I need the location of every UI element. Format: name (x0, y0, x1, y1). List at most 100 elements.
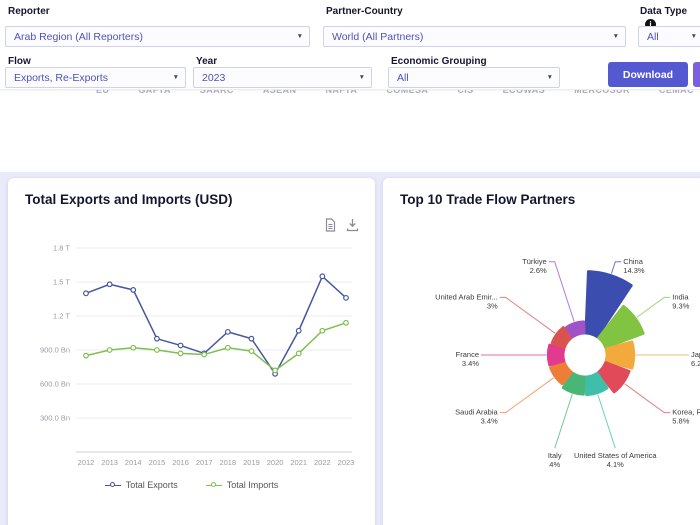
economic-grouping-label: Economic Grouping (391, 56, 487, 67)
exports-imports-title: Total Exports and Imports (USD) (8, 178, 375, 207)
data-type-select[interactable]: All ▼ (638, 26, 700, 47)
secondary-action-button[interactable] (693, 62, 700, 87)
chevron-down-icon: ▼ (691, 33, 697, 40)
chevron-down-icon: ▼ (613, 33, 619, 40)
y-axis-tick-label: 1.2 T (53, 312, 70, 321)
top-partners-rose-chart[interactable]: China14.3% India9.3% Japan6.2% Korea, R...5… (383, 222, 700, 522)
dashboard-page: Reporter Arab Region (All Reporters) ▼ P… (0, 0, 700, 525)
partner-value: World (All Partners) (332, 31, 423, 43)
y-axis-tick-label: 900.0 Bn (40, 346, 70, 355)
data-point[interactable] (84, 353, 89, 358)
data-point[interactable] (249, 336, 254, 341)
rose-petal[interactable] (548, 345, 563, 365)
economic-grouping-tab[interactable]: ASEAN (263, 90, 297, 98)
economic-grouping-tab[interactable]: GAFTA (138, 90, 170, 98)
y-axis-tick-label: 1.5 T (53, 278, 70, 287)
chevron-down-icon: ▼ (547, 74, 553, 81)
year-label: Year (196, 56, 217, 67)
partner-label: Partner-Country (326, 6, 403, 17)
data-point[interactable] (344, 321, 349, 326)
legend-label: Total Exports (126, 480, 178, 490)
partner-label: India9.3% (672, 292, 689, 310)
year-value: 2023 (202, 72, 225, 84)
economic-grouping-tab[interactable]: NAFTA (325, 90, 357, 98)
partner-label: France3.4% (456, 350, 480, 368)
economic-grouping-tab[interactable]: MERCOSUR (574, 90, 630, 98)
exports-imports-line-chart[interactable]: 300.0 Bn600.0 Bn900.0 Bn1.2 T1.5 T1.8 T2… (12, 236, 370, 472)
legend-marker (105, 485, 121, 486)
reporter-label: Reporter (8, 6, 50, 17)
data-point[interactable] (320, 274, 325, 279)
groupings-band: EU GAFTA SAARC ASEAN NAFTA COMESA CIS ECOWAS MER… (0, 90, 700, 172)
data-point[interactable] (226, 345, 231, 350)
data-point[interactable] (249, 349, 254, 354)
economic-grouping-tab[interactable]: EU (96, 90, 109, 98)
year-select[interactable]: 2023 ▼ (193, 67, 372, 88)
data-point[interactable] (178, 351, 183, 356)
reporter-value: Arab Region (All Reporters) (14, 31, 143, 43)
legend-item[interactable]: Total Imports (206, 480, 279, 490)
data-point[interactable] (107, 348, 112, 353)
x-axis-tick-label: 2018 (219, 458, 236, 467)
legend-item[interactable]: Total Exports (105, 480, 178, 490)
partner-label: Italy4% (548, 451, 562, 469)
data-point[interactable] (84, 291, 89, 296)
chevron-down-icon: ▼ (359, 74, 365, 81)
label-leader-line (611, 262, 621, 274)
top-partners-card: Top 10 Trade Flow Partners China14.3% Ind… (383, 178, 700, 525)
data-point[interactable] (296, 328, 301, 333)
grouping-tabs-strip: EU GAFTA SAARC ASEAN NAFTA COMESA CIS ECOWAS MER… (0, 90, 700, 105)
x-axis-tick-label: 2017 (196, 458, 213, 467)
series-line (86, 323, 346, 371)
partner-label: Türkiye2.6% (522, 257, 547, 275)
partner-label: United Arab Emir...3% (435, 292, 498, 310)
partner-label: Korea, R...5.8% (672, 408, 700, 426)
y-axis-tick-label: 300.0 Bn (40, 414, 70, 423)
reporter-select[interactable]: Arab Region (All Reporters) ▼ (5, 26, 310, 47)
partner-label: China14.3% (623, 257, 645, 275)
partner-select[interactable]: World (All Partners) ▼ (323, 26, 626, 47)
economic-grouping-select[interactable]: All ▼ (388, 67, 560, 88)
partner-label: Japan6.2% (691, 350, 700, 368)
economic-grouping-tab[interactable]: CIS (457, 90, 473, 98)
data-point[interactable] (178, 343, 183, 348)
data-point[interactable] (107, 282, 112, 287)
x-axis-tick-label: 2021 (290, 458, 307, 467)
label-leader-line (637, 297, 671, 317)
y-axis-tick-label: 600.0 Bn (40, 380, 70, 389)
partner-label: Saudi Arabia3.4% (455, 408, 498, 426)
x-axis-tick-label: 2014 (125, 458, 142, 467)
x-axis-tick-label: 2023 (338, 458, 355, 467)
data-point[interactable] (296, 351, 301, 356)
legend-marker (206, 485, 222, 486)
data-point[interactable] (155, 348, 160, 353)
x-axis-tick-label: 2016 (172, 458, 189, 467)
data-point[interactable] (226, 330, 231, 335)
partner-label: United States of America4.1% (574, 451, 657, 469)
legend-label: Total Imports (227, 480, 279, 490)
data-point[interactable] (344, 296, 349, 301)
x-axis-tick-label: 2015 (149, 458, 166, 467)
economic-grouping-tab[interactable]: COMESA (386, 90, 428, 98)
filter-bar: Reporter Arab Region (All Reporters) ▼ P… (0, 0, 700, 90)
top-partners-title: Top 10 Trade Flow Partners (383, 178, 700, 207)
download-chart-icon[interactable] (346, 218, 359, 232)
download-button[interactable]: Download (608, 62, 688, 87)
data-point[interactable] (273, 368, 278, 373)
economic-grouping-value: All (397, 72, 409, 84)
data-point[interactable] (131, 288, 136, 293)
economic-grouping-tab[interactable]: ECOWAS (503, 90, 545, 98)
chevron-down-icon: ▼ (297, 33, 303, 40)
export-data-icon[interactable] (324, 218, 337, 232)
label-leader-line (625, 384, 671, 413)
economic-grouping-tab[interactable]: CEMAC (659, 90, 694, 98)
flow-value: Exports, Re-Exports (14, 72, 108, 84)
data-point[interactable] (131, 345, 136, 350)
data-point[interactable] (155, 336, 160, 341)
economic-grouping-tab[interactable]: SAARC (200, 90, 234, 98)
line-chart-legend: Total Exports Total Imports (8, 480, 375, 490)
x-axis-tick-label: 2012 (78, 458, 95, 467)
data-point[interactable] (202, 352, 207, 357)
flow-select[interactable]: Exports, Re-Exports ▼ (5, 67, 186, 88)
data-point[interactable] (320, 328, 325, 333)
